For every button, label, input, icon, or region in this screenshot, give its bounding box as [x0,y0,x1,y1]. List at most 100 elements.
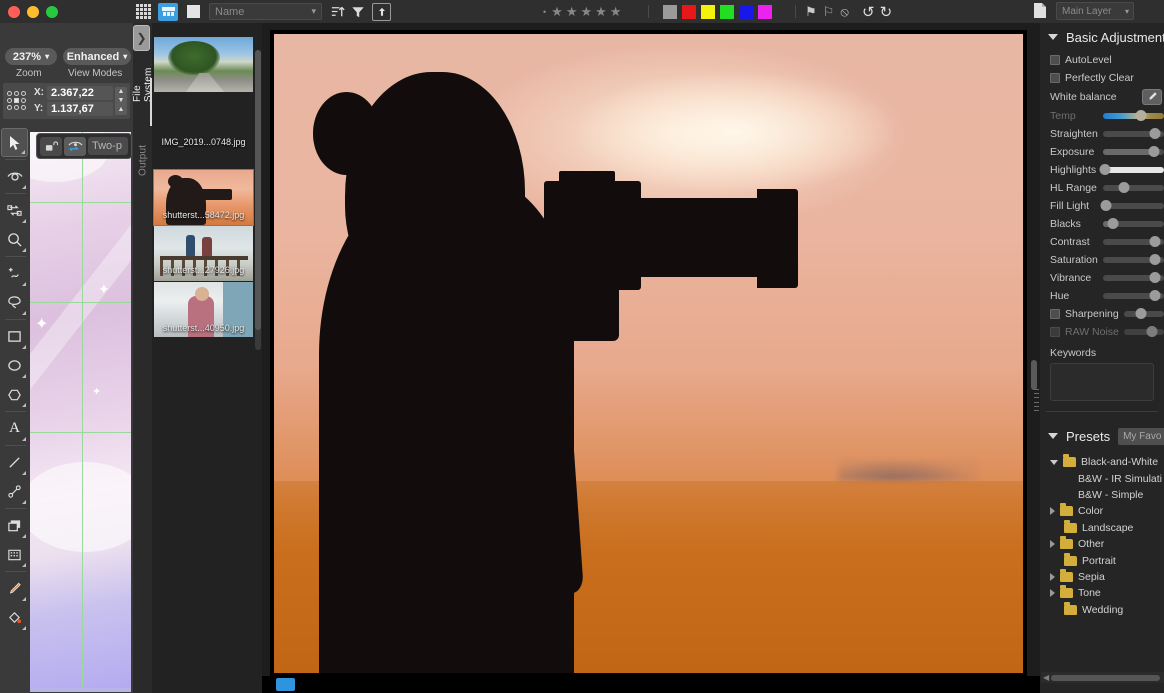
star-1-icon[interactable]: ★ [551,4,563,20]
lasso-tool[interactable] [1,288,28,317]
contrast-slider[interactable] [1103,236,1164,247]
eye-visible-icon[interactable] [64,136,86,156]
slider-row-rawnoise[interactable]: RAW Noise [1040,323,1164,341]
color-label-blue[interactable] [739,4,753,19]
line-tool[interactable] [1,448,28,477]
preset-folder-tone[interactable]: Tone [1050,585,1164,601]
preset-folder-color[interactable]: Color [1050,503,1164,519]
rectangle-tool[interactable] [1,322,28,351]
redeye-tool[interactable] [1,162,28,191]
text-tool[interactable]: A [1,414,28,443]
redo-icon[interactable]: ↻ [880,3,893,21]
view-mode-select[interactable]: Enhanced ▾ [63,48,131,65]
slider-row-temp[interactable]: Temp [1040,107,1164,125]
single-view-button[interactable] [183,3,203,21]
collapse-browser-button[interactable]: ❯ [133,25,150,51]
thumbnail-item-1[interactable] [154,37,253,92]
rating-stars[interactable]: • ★ ★ ★ ★ ★ [543,0,621,23]
pointer-tool[interactable] [1,128,28,157]
chevron-right-icon[interactable] [1050,572,1055,581]
raw-noise-checkbox[interactable] [1050,327,1060,337]
zoom-select[interactable]: 237% ▾ [5,48,57,65]
preset-item-bw-simple[interactable]: B&W - Simple [1050,487,1164,503]
rating-clear-dot[interactable]: • [543,7,546,17]
polygon-tool[interactable] [1,380,28,409]
minimize-button[interactable] [27,5,39,18]
path-tool[interactable] [1,477,28,506]
slider-row-hue[interactable]: Hue [1040,287,1164,305]
temp-slider[interactable] [1103,110,1164,121]
presets-header[interactable]: Presets My Favo [1040,422,1164,450]
color-label-magenta[interactable] [758,4,772,19]
fill-light-slider[interactable] [1100,200,1164,211]
layer-tool[interactable] [1,511,28,540]
pattern-tool[interactable] [1,540,28,569]
star-4-icon[interactable]: ★ [595,4,607,20]
slider-row-sharpening[interactable]: Sharpening [1040,305,1164,323]
vibrance-slider[interactable] [1103,272,1164,283]
color-label-green[interactable] [720,4,734,19]
brush-tool[interactable] [1,574,28,603]
color-label-red[interactable] [682,4,696,19]
lock-icon[interactable] [40,136,62,156]
perfectly-clear-row[interactable]: Perfectly Clear [1040,69,1164,87]
autolevel-row[interactable]: AutoLevel [1040,51,1164,69]
sharpening-checkbox[interactable] [1050,309,1060,319]
scroll-track[interactable] [1051,674,1160,681]
preset-folder-wedding[interactable]: Wedding [1050,601,1164,618]
chevron-right-icon[interactable] [1050,540,1055,549]
exposure-slider[interactable] [1103,146,1164,157]
scroll-left-icon[interactable]: ◀ [1043,673,1049,682]
filmstrip-view-button[interactable] [158,2,178,21]
close-button[interactable] [8,5,20,18]
slider-row-contrast[interactable]: Contrast [1040,233,1164,251]
star-5-icon[interactable]: ★ [610,4,622,20]
sort-field[interactable]: Name ▾ [209,3,322,20]
basic-adjustments-header[interactable]: Basic Adjustments [1040,23,1164,51]
my-favorites-button[interactable]: My Favo [1118,427,1164,445]
export-up-button[interactable] [372,3,391,21]
panel-resize-grip[interactable] [1034,389,1039,411]
transform-tool[interactable] [1,196,28,225]
keywords-input[interactable] [1050,363,1154,401]
flag-icon[interactable]: ⚑ [805,4,817,20]
chevron-right-icon[interactable] [1050,589,1055,598]
flag-outline-icon[interactable]: ⚐ [823,4,835,20]
autolevel-checkbox[interactable] [1050,55,1060,65]
browser-scrollbar[interactable] [255,50,261,350]
eyedropper-icon[interactable] [1142,89,1162,105]
preset-folder-black-and-white[interactable]: Black-and-White [1050,454,1164,470]
maximize-button[interactable] [46,5,58,18]
chevron-down-icon[interactable] [1050,459,1058,465]
slider-row-filllight[interactable]: Fill Light [1040,197,1164,215]
undo-icon[interactable]: ↺ [862,3,875,21]
sharpening-slider[interactable] [1123,308,1164,319]
canvas-area[interactable] [262,23,1040,693]
highlights-slider[interactable] [1099,164,1164,175]
filter-icon[interactable] [349,3,367,20]
zoom-tool[interactable] [1,225,28,254]
preset-item-bw-ir[interactable]: B&W - IR Simulati [1050,470,1164,486]
grid-view-button[interactable] [133,3,153,21]
straighten-slider[interactable] [1103,128,1164,139]
fill-bucket-tool[interactable] [1,603,28,632]
sort-ascending-icon[interactable] [328,3,346,20]
y-field[interactable]: 1.137,67 [47,102,113,116]
chevron-right-icon[interactable] [1050,507,1055,516]
preset-folder-landscape[interactable]: Landscape [1050,519,1164,536]
preset-folder-portrait[interactable]: Portrait [1050,552,1164,568]
slider-row-vibrance[interactable]: Vibrance [1040,269,1164,287]
slider-row-blacks[interactable]: Blacks [1040,215,1164,233]
star-2-icon[interactable]: ★ [566,4,578,20]
status-thumbnail[interactable] [276,678,295,691]
blacks-slider[interactable] [1103,218,1164,229]
anchor-point-selector[interactable] [7,91,27,111]
document-icon[interactable] [1033,2,1049,21]
canvas-vertical-scrollbar[interactable] [1031,360,1037,390]
slider-row-exposure[interactable]: Exposure [1040,143,1164,161]
flag-reject-icon[interactable]: ⦸ [840,4,848,20]
layer-select[interactable]: Main Layer ▾ [1056,2,1134,20]
layer-preview-canvas[interactable]: ✦ ✦ ✦ [30,132,131,692]
healing-brush-tool[interactable] [1,259,28,288]
slider-row-straighten[interactable]: Straighten [1040,125,1164,143]
